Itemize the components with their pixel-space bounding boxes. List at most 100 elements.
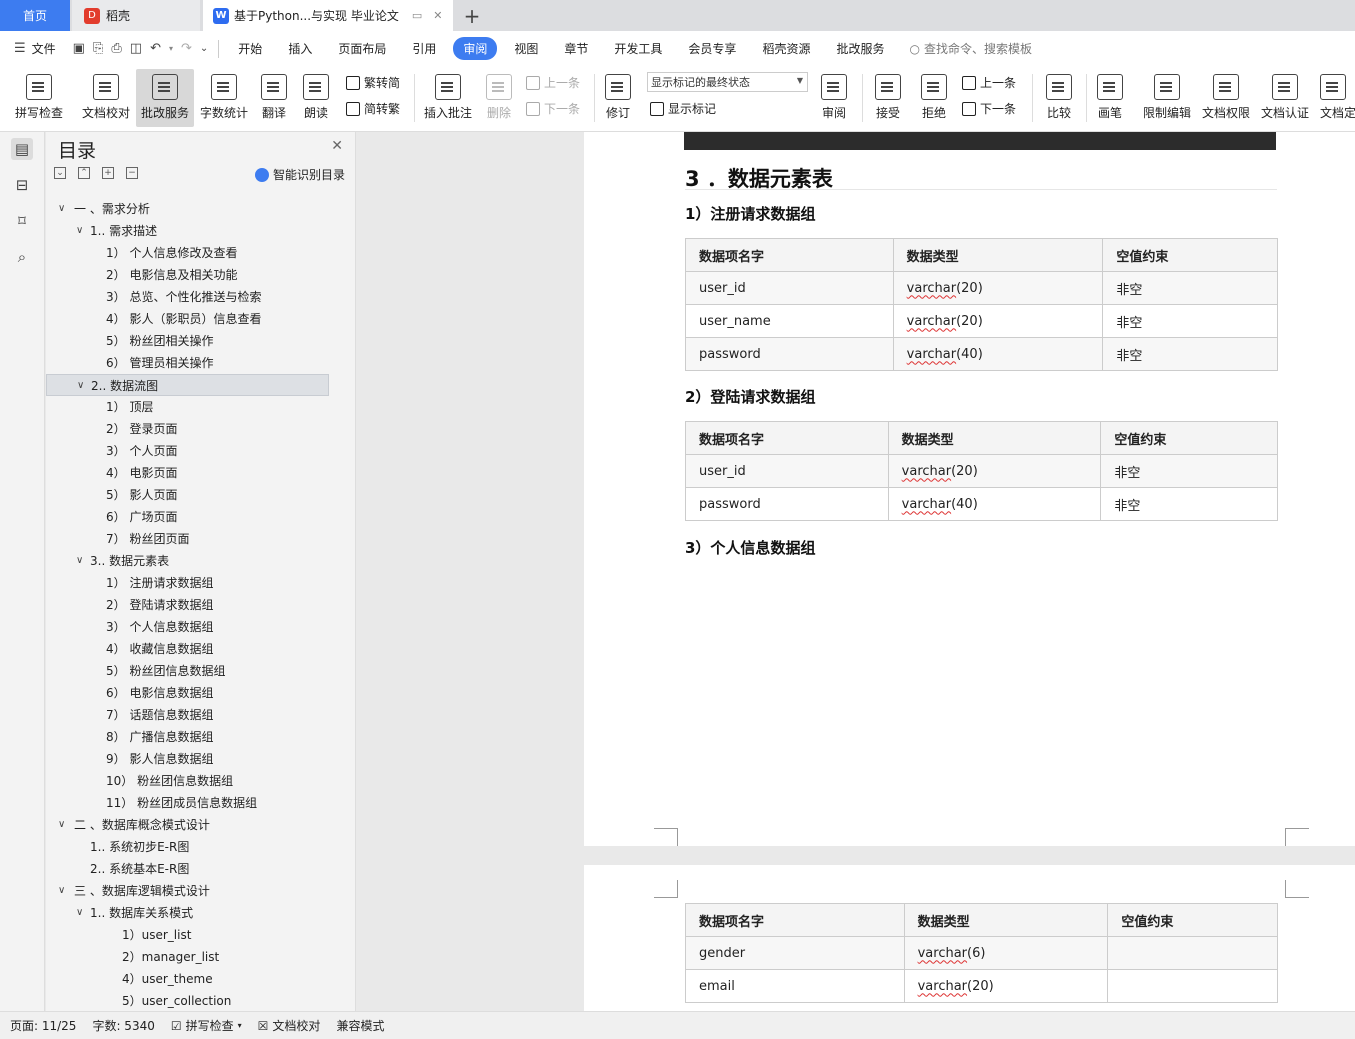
menu-member[interactable]: 会员专享 xyxy=(675,40,749,57)
toc-item[interactable]: 5） 粉丝团信息数据组 xyxy=(46,660,329,682)
prev-change-button[interactable]: 上一条 xyxy=(962,74,1016,91)
toc-item[interactable]: 4） 电影页面 xyxy=(46,462,329,484)
compare-button[interactable]: 比较 xyxy=(1038,69,1080,127)
chevron-down-icon[interactable]: ∨ xyxy=(76,902,83,924)
toc-item[interactable]: 1） 注册请求数据组 xyxy=(46,572,329,594)
toc-item[interactable]: 4） 影人（影职员）信息查看 xyxy=(46,308,329,330)
toc-item[interactable]: 5） 粉丝团相关操作 xyxy=(46,330,329,352)
chevron-down-icon[interactable]: ∨ xyxy=(58,880,65,902)
track-changes-button[interactable]: 修订 xyxy=(600,69,636,127)
toc-item[interactable]: ∨ 1.. 需求描述 xyxy=(46,220,329,242)
menu-reference[interactable]: 引用 xyxy=(399,40,449,57)
toc-item[interactable]: 5）user_collection xyxy=(46,990,329,1011)
delete-comment-button[interactable]: 删除 xyxy=(480,69,518,127)
accept-button[interactable]: 接受 xyxy=(868,69,908,127)
toc-item[interactable]: 11） 粉丝团成员信息数据组 xyxy=(46,792,329,814)
proofread-button[interactable]: 文档校对 xyxy=(76,69,136,127)
document-certify-button[interactable]: 文档认证 xyxy=(1256,69,1314,127)
menu-insert[interactable]: 插入 xyxy=(275,40,325,57)
reject-button[interactable]: 拒绝 xyxy=(914,69,954,127)
toc-item[interactable]: 2） 登陆请求数据组 xyxy=(46,594,329,616)
toc-item[interactable]: 5） 影人页面 xyxy=(46,484,329,506)
prev-comment-button[interactable]: 上一条 xyxy=(526,74,580,91)
toc-item[interactable]: 10） 粉丝团信息数据组 xyxy=(46,770,329,792)
undo-dropdown-icon[interactable]: ▾ xyxy=(165,44,177,53)
toc-item[interactable]: 2） 登录页面 xyxy=(46,418,329,440)
correction-service-button[interactable]: 批改服务 xyxy=(136,69,194,127)
markup-state-select[interactable]: 显示标记的最终状态 ▼ xyxy=(647,72,808,92)
read-aloud-button[interactable]: 朗读 xyxy=(297,69,335,127)
expand-all-icon[interactable]: ⌄ xyxy=(54,167,66,179)
toc-item[interactable]: 1） 顶层 xyxy=(46,396,329,418)
menu-section[interactable]: 章节 xyxy=(551,40,601,57)
toc-item[interactable]: ∨ 1.. 数据库关系模式 xyxy=(46,902,329,924)
menu-daoke-resources[interactable]: 稻壳资源 xyxy=(749,40,823,57)
hamburger-menu-icon[interactable]: ☰ xyxy=(10,41,30,56)
translate-button[interactable]: 翻译 xyxy=(254,69,294,127)
pen-button[interactable]: 画笔 xyxy=(1092,69,1128,127)
redo-icon[interactable]: ↷ xyxy=(177,41,196,56)
navigation-icon[interactable]: ⊟ xyxy=(11,174,33,196)
review-pane-button[interactable]: 审阅 xyxy=(814,69,854,127)
menu-developer[interactable]: 开发工具 xyxy=(601,40,675,57)
new-tab-button[interactable]: + xyxy=(460,0,484,31)
toc-item[interactable]: ∨ 2.. 数据流图 xyxy=(46,374,329,396)
toc-item[interactable]: 3） 个人页面 xyxy=(46,440,329,462)
simp-to-trad-button[interactable]: 简转繁 xyxy=(346,100,400,117)
menu-page-layout[interactable]: 页面布局 xyxy=(325,40,399,57)
save-icon[interactable]: ▣ xyxy=(69,41,89,56)
toc-item[interactable]: 3） 个人信息数据组 xyxy=(46,616,329,638)
chevron-down-icon[interactable]: ∨ xyxy=(58,198,65,220)
toc-item[interactable]: ∨ 一 、需求分析 xyxy=(46,198,329,220)
toc-item[interactable]: 4） 收藏信息数据组 xyxy=(46,638,329,660)
toc-panel-icon[interactable]: ▤ xyxy=(11,138,33,160)
toc-item[interactable]: 2） 电影信息及相关功能 xyxy=(46,264,329,286)
print-preview-icon[interactable]: ◫ xyxy=(126,41,146,56)
toc-item[interactable]: 2.. 系统基本E-R图 xyxy=(46,858,329,880)
toc-item[interactable]: 6） 广场页面 xyxy=(46,506,329,528)
insert-comment-button[interactable]: 插入批注 xyxy=(420,69,476,127)
menu-file[interactable]: 文件 xyxy=(30,40,69,57)
chevron-down-icon[interactable]: ∨ xyxy=(76,220,83,242)
undo-icon[interactable]: ↶ xyxy=(146,41,165,56)
word-count-indicator[interactable]: 字数: 5340 xyxy=(92,1017,154,1034)
quick-access-dropdown-icon[interactable]: ⌄ xyxy=(196,43,212,54)
toc-item[interactable]: 9） 影人信息数据组 xyxy=(46,748,329,770)
next-comment-button[interactable]: 下一条 xyxy=(526,100,580,117)
show-markup-button[interactable]: 显示标记 xyxy=(650,100,716,117)
tab-pin-icon[interactable]: ▭ xyxy=(412,9,422,22)
toc-item[interactable]: 6） 电影信息数据组 xyxy=(46,682,329,704)
command-search[interactable]: ○ 查找命令、搜索模板 xyxy=(909,40,1032,57)
toc-item[interactable]: 6） 管理员相关操作 xyxy=(46,352,329,374)
toc-item[interactable]: 3） 总览、个性化推送与检索 xyxy=(46,286,329,308)
spell-check-button[interactable]: 拼写检查 xyxy=(8,69,70,127)
toc-item[interactable]: 1）user_list xyxy=(46,924,329,946)
next-change-button[interactable]: 下一条 xyxy=(962,100,1016,117)
smart-toc-button[interactable]: 智能识别目录 xyxy=(254,166,345,183)
search-icon[interactable]: ⌕ xyxy=(11,246,33,268)
tab-document[interactable]: W 基于Python...与实现 毕业论文 ▭ ✕ xyxy=(203,0,453,31)
chevron-down-icon[interactable]: ∨ xyxy=(76,550,83,572)
menu-review[interactable]: 审阅 xyxy=(453,37,498,60)
tab-close-icon[interactable]: ✕ xyxy=(433,9,442,22)
chevron-down-icon[interactable]: ∨ xyxy=(77,375,84,397)
trad-to-simp-button[interactable]: 繁转简 xyxy=(346,74,400,91)
page-indicator[interactable]: 页面: 11/25 xyxy=(10,1017,76,1034)
tab-daoke[interactable]: D 稻壳 xyxy=(72,0,200,31)
toc-item[interactable]: ∨ 二 、数据库概念模式设计 xyxy=(46,814,329,836)
toc-item[interactable]: ∨ 3.. 数据元素表 xyxy=(46,550,329,572)
toc-item[interactable]: 1） 个人信息修改及查看 xyxy=(46,242,329,264)
close-icon[interactable]: ✕ xyxy=(331,138,343,154)
menu-view[interactable]: 视图 xyxy=(501,40,551,57)
tab-home[interactable]: 首页 xyxy=(0,0,70,31)
toc-item[interactable]: 8） 广播信息数据组 xyxy=(46,726,329,748)
toc-item[interactable]: 7） 粉丝团页面 xyxy=(46,528,329,550)
restrict-edit-button[interactable]: 限制编辑 xyxy=(1138,69,1196,127)
export-icon[interactable]: ⎘ xyxy=(89,41,107,56)
toc-item[interactable]: 7） 话题信息数据组 xyxy=(46,704,329,726)
document-permission-button[interactable]: 文档权限 xyxy=(1198,69,1254,127)
status-spell-check[interactable]: ☑ 拼写检查 ▾ xyxy=(171,1017,242,1034)
toc-item[interactable]: 2）manager_list xyxy=(46,946,329,968)
print-icon[interactable]: ⎙ xyxy=(107,41,125,56)
word-count-button[interactable]: 字数统计 xyxy=(196,69,252,127)
